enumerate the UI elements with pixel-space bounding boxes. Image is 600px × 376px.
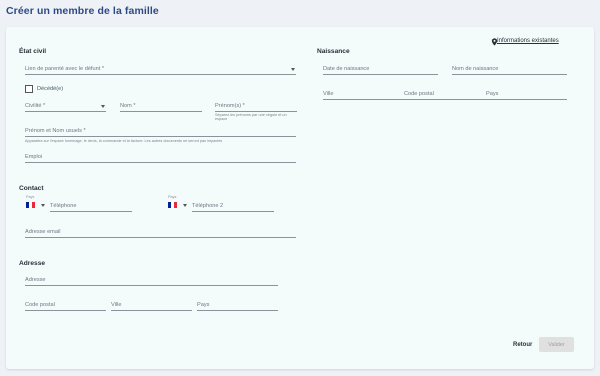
emploi-label: Emploi — [25, 154, 43, 160]
prenoms-hint: Séparez les prénoms par une virgule et u… — [215, 113, 287, 122]
telephone-label: Téléphone — [50, 203, 77, 209]
telephone-field[interactable]: Téléphone — [50, 200, 132, 212]
nom-label: Nom * — [120, 103, 136, 109]
caret-down-icon[interactable] — [41, 204, 45, 207]
caret-down-icon — [101, 105, 105, 108]
prenom-nom-usuels-label: Prénom et Nom usuels * — [25, 128, 86, 134]
france-flag-icon[interactable] — [26, 202, 35, 208]
naissance-ville-label[interactable]: Ville — [323, 91, 333, 97]
prenoms-field[interactable]: Prénom(s) * — [215, 100, 297, 112]
form-card — [6, 27, 594, 369]
page-title: Créer un membre de la famille — [6, 5, 159, 17]
date-naissance-field[interactable]: Date de naissance — [323, 63, 438, 75]
nom-field[interactable]: Nom * — [120, 100, 202, 112]
caret-down-icon — [291, 68, 295, 71]
adresse-ville-label: Ville — [111, 302, 122, 308]
lien-parente-label: Lien de parenté avec le défunt * — [25, 66, 104, 72]
adresse-pays-field[interactable]: Pays — [197, 299, 278, 311]
section-title-contact: Contact — [19, 185, 44, 192]
naissance-code-postal-label[interactable]: Code postal — [404, 91, 434, 97]
section-title-naissance: Naissance — [317, 48, 350, 55]
france-flag-icon[interactable] — [168, 202, 177, 208]
civilite-label: Civilité * — [25, 103, 46, 109]
telephone2-label: Téléphone 2 — [192, 203, 224, 209]
nom-naissance-label: Nom de naissance — [452, 66, 499, 72]
email-field[interactable]: Adresse email — [25, 226, 296, 238]
decede-checkbox[interactable] — [25, 85, 33, 93]
valider-button[interactable]: Valider — [539, 337, 574, 352]
decede-label[interactable]: Décédé(e) — [37, 86, 63, 92]
naissance-address-row: Ville Code postal Pays — [323, 88, 567, 100]
prenom-nom-usuels-hint: Apparaitra sur l'espace hommage, le devi… — [25, 139, 223, 143]
emploi-field[interactable]: Emploi — [25, 151, 296, 163]
telephone2-field[interactable]: Téléphone 2 — [192, 200, 274, 212]
adresse-code-postal-label: Code postal — [25, 302, 55, 308]
adresse-label: Adresse — [25, 277, 46, 283]
country-label: Pays — [26, 195, 35, 199]
section-title-adresse: Adresse — [19, 260, 46, 267]
lien-parente-select[interactable]: Lien de parenté avec le défunt * — [25, 63, 296, 75]
date-naissance-label: Date de naissance — [323, 66, 370, 72]
nom-naissance-field[interactable]: Nom de naissance — [452, 63, 567, 75]
adresse-field[interactable]: Adresse — [25, 274, 278, 286]
civilite-select[interactable]: Civilité * — [25, 100, 106, 112]
section-title-etat-civil: État civil — [19, 48, 47, 55]
adresse-pays-label: Pays — [197, 302, 210, 308]
naissance-pays-label[interactable]: Pays — [486, 91, 498, 97]
prenoms-label: Prénom(s) * — [215, 103, 245, 109]
email-label: Adresse email — [25, 229, 61, 235]
caret-down-icon[interactable] — [183, 204, 187, 207]
retour-button[interactable]: Retour — [510, 340, 535, 350]
informations-existantes-link[interactable]: Informations existantes — [497, 38, 559, 44]
adresse-ville-field[interactable]: Ville — [111, 299, 192, 311]
prenom-nom-usuels-field[interactable]: Prénom et Nom usuels * — [25, 125, 296, 137]
country-label-2: Pays — [168, 195, 177, 199]
adresse-code-postal-field[interactable]: Code postal — [25, 299, 106, 311]
